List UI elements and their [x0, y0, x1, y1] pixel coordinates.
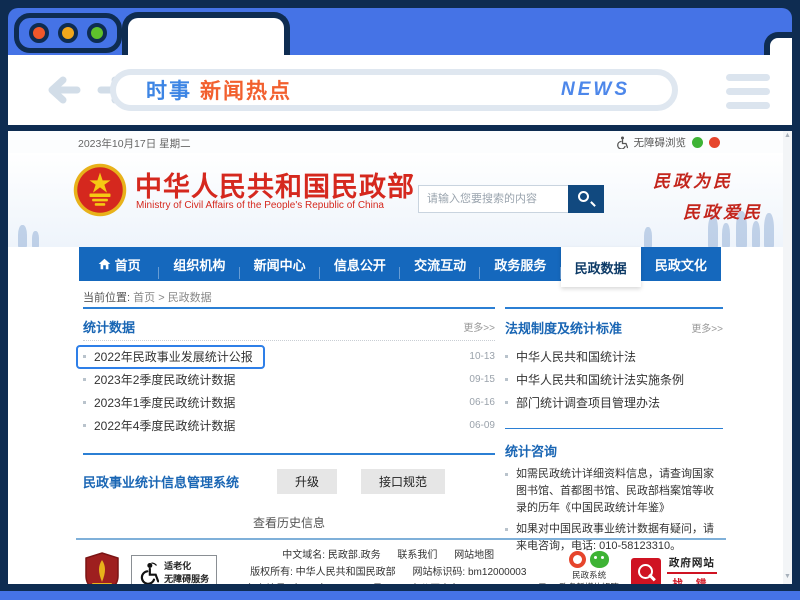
address-segment-blue: 时事: [146, 80, 192, 103]
statistics-more-link[interactable]: 更多>>: [463, 319, 495, 334]
list-item[interactable]: 2023年1季度民政统计数据 06-16: [83, 391, 495, 414]
website-error-report-badge[interactable]: 政府网站 找 错: [631, 555, 717, 585]
breadcrumb-current: 民政数据: [168, 292, 212, 304]
footer-copyright: 版权所有: 中华人民共和国民政部: [250, 567, 396, 578]
close-window-icon[interactable]: [29, 23, 49, 43]
breadcrumb-home[interactable]: 首页: [133, 292, 155, 304]
search-icon: [578, 191, 589, 202]
list-item[interactable]: 2022年4季度民政统计数据 06-09: [83, 414, 495, 437]
nav-item-news[interactable]: 新闻中心: [240, 247, 320, 281]
wheelchair-icon: [139, 562, 159, 584]
weibo-mini-icon[interactable]: [709, 137, 720, 148]
news-label: NEWS: [561, 79, 630, 101]
laws-panel: 法规制度及统计标准 更多>> 中华人民共和国统计法 中华人民共和国统计法实施条例…: [505, 307, 723, 414]
bullet-icon: [83, 355, 86, 358]
current-date: 2023年10月17日 星期二: [78, 136, 191, 151]
nav-item-home[interactable]: 首页: [79, 247, 159, 281]
home-icon: [98, 258, 111, 270]
webpage: ▲▼ 2023年10月17日 星期二 无障碍浏览: [8, 131, 792, 584]
nav-item-services[interactable]: 政务服务: [480, 247, 560, 281]
browser-toolbar: 时事新闻热点 NEWS: [8, 55, 792, 125]
bullet-icon: [505, 473, 508, 476]
social-media-group: 民政系统政务新媒体矩阵: [559, 551, 619, 584]
site-slogan: 民政为民 民政爱民: [653, 167, 763, 223]
footer-info: 中文域名: 民政部.政务 联系我们 网站地图 版权所有: 中华人民共和国民政部 …: [229, 547, 547, 584]
list-item[interactable]: 2022年民政事业发展统计公报 10-13: [83, 345, 495, 368]
list-item[interactable]: 中华人民共和国统计法实施条例: [505, 368, 723, 391]
party-gov-badge-icon: [85, 552, 119, 585]
list-item[interactable]: 中华人民共和国统计法: [505, 345, 723, 368]
browser-tab[interactable]: [122, 12, 290, 55]
wechat-icon[interactable]: [590, 551, 609, 568]
minimize-window-icon[interactable]: [58, 23, 78, 43]
window-controls: [14, 13, 122, 53]
bullet-icon: [83, 424, 86, 427]
bullet-icon: [505, 528, 508, 531]
breadcrumb: 当前位置: 首页 > 民政数据: [83, 289, 212, 305]
statistics-panel-title: 统计数据: [83, 317, 135, 336]
nav-item-civil-data[interactable]: 民政数据: [561, 247, 641, 287]
site-subtitle: Ministry of Civil Affairs of the People'…: [136, 200, 384, 211]
history-info-link[interactable]: 查看历史信息: [83, 514, 495, 531]
nav-item-culture[interactable]: 民政文化: [641, 247, 721, 281]
page-scrollbar[interactable]: ▲▼: [783, 131, 792, 584]
bullet-icon: [83, 401, 86, 404]
error-magnifier-icon: [631, 558, 661, 585]
accessibility-link[interactable]: 无障碍浏览: [634, 135, 687, 150]
menu-icon[interactable]: [726, 74, 770, 109]
interface-spec-button[interactable]: 接口规范: [361, 469, 445, 494]
address-bar-title: 时事新闻热点: [146, 75, 292, 105]
weibo-icon[interactable]: [569, 551, 586, 568]
back-arrow-icon[interactable]: [44, 75, 82, 105]
footer-domain: 中文域名: 民政部.政务: [282, 550, 380, 561]
right-column: 法规制度及统计标准 更多>> 中华人民共和国统计法 中华人民共和国统计法实施条例…: [505, 307, 723, 555]
consult-panel-title: 统计咨询: [505, 441, 723, 460]
list-item[interactable]: 2023年2季度民政统计数据 09-15: [83, 368, 495, 391]
laws-more-link[interactable]: 更多>>: [691, 320, 723, 335]
consult-panel: 统计咨询 如需民政统计详细资料信息，请查询国家图书馆、首都图书馆、民政部档案馆等…: [505, 428, 723, 555]
footer-contact-link[interactable]: 联系我们: [397, 550, 437, 561]
address-bar[interactable]: 时事新闻热点 NEWS: [110, 69, 678, 111]
system-panel: 民政事业统计信息管理系统 升级 接口规范 查看历史信息: [83, 453, 495, 531]
bullet-icon: [505, 378, 508, 381]
elderly-accessibility-badge[interactable]: 适老化无障碍服务: [131, 555, 217, 584]
site-footer: 适老化无障碍服务 中文域名: 民政部.政务 联系我们 网站地图 版权所有: 中华…: [76, 538, 726, 584]
search-button[interactable]: [568, 185, 604, 213]
consult-note: 如需民政统计详细资料信息，请查询国家图书馆、首都图书馆、民政部档案馆等收录的历年…: [505, 466, 723, 517]
footer-sitemap-link[interactable]: 网站地图: [454, 550, 494, 561]
list-item[interactable]: 部门统计调查项目管理办法: [505, 391, 723, 414]
highlighted-item-box[interactable]: 2022年民政事业发展统计公报: [76, 345, 265, 369]
search-box: [418, 185, 604, 213]
search-input[interactable]: [418, 185, 568, 213]
wechat-mini-icon[interactable]: [692, 137, 703, 148]
statistics-panel: 统计数据 更多>> 2022年民政事业发展统计公报 10-13 2023年2季度…: [83, 307, 495, 437]
browser-frame: 时事新闻热点 NEWS ▲▼ 2023年10月17日 星期二 无障碍浏览: [0, 0, 800, 600]
bullet-icon: [83, 378, 86, 381]
maximize-window-icon[interactable]: [87, 23, 107, 43]
browser-bottom-strip: [0, 591, 800, 600]
laws-panel-title: 法规制度及统计标准: [505, 318, 622, 337]
system-panel-title[interactable]: 民政事业统计信息管理系统: [83, 472, 239, 491]
national-emblem-icon: [72, 162, 128, 218]
left-column: 统计数据 更多>> 2022年民政事业发展统计公报 10-13 2023年2季度…: [83, 307, 495, 531]
social-media-caption: 民政系统政务新媒体矩阵: [559, 570, 619, 584]
main-navigation: 首页 组织机构 新闻中心 信息公开 交流互动 政务服务 民政数据 民政文化: [79, 247, 721, 281]
wheelchair-icon: [616, 136, 628, 149]
upgrade-button[interactable]: 升级: [277, 469, 337, 494]
footer-site-code: 网站标识码: bm12000003: [412, 567, 526, 578]
address-segment-orange: 新闻热点: [200, 80, 292, 103]
bullet-icon: [505, 401, 508, 404]
site-topbar: 2023年10月17日 星期二 无障碍浏览: [8, 131, 792, 153]
browser-tab-partial: [764, 32, 792, 55]
site-title: 中华人民共和国民政部: [135, 165, 415, 204]
nav-item-interaction[interactable]: 交流互动: [400, 247, 480, 281]
nav-item-info-disclosure[interactable]: 信息公开: [320, 247, 400, 281]
nav-item-organization[interactable]: 组织机构: [159, 247, 239, 281]
site-header: 中华人民共和国民政部 Ministry of Civil Affairs of …: [8, 153, 792, 247]
bullet-icon: [505, 355, 508, 358]
